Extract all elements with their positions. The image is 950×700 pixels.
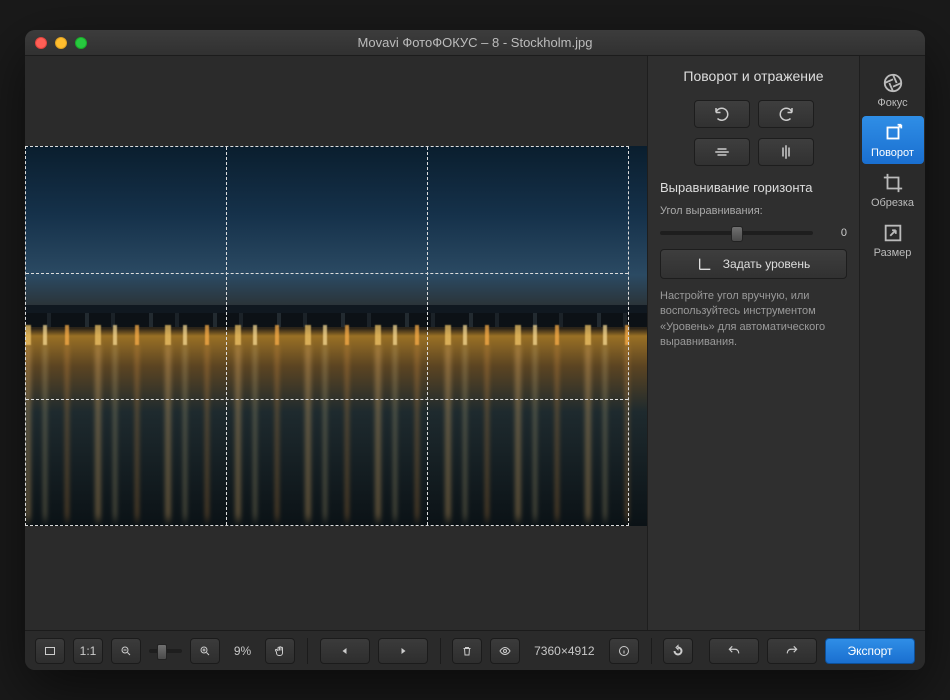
angle-slider[interactable] [660, 231, 813, 235]
rotate-buttons-row [660, 100, 847, 128]
minimize-window-button[interactable] [55, 37, 67, 49]
export-label: Экспорт [847, 644, 892, 658]
export-button[interactable]: Экспорт [825, 638, 915, 664]
zoom-out-button[interactable] [111, 638, 141, 664]
zoom-percent: 9% [228, 644, 257, 658]
actual-size-label: 1:1 [80, 644, 97, 658]
flip-vertical-icon [713, 143, 731, 161]
straighten-hint: Настройте угол вручную, или воспользуйте… [660, 289, 847, 351]
panel-title-rotate: Поворот и отражение [660, 68, 847, 84]
window-title: Movavi ФотоФОКУС – 8 - Stockholm.jpg [25, 35, 925, 50]
next-icon [397, 645, 409, 657]
prev-icon [339, 645, 351, 657]
hand-icon [274, 644, 286, 658]
rotate-right-icon [777, 105, 795, 123]
app-body: Поворот и отражение Выравнивание горизон… [25, 56, 925, 630]
set-level-button[interactable]: Задать уровень [660, 249, 847, 279]
tool-rail: Фокус Поворот Обрезка Размер [859, 56, 925, 630]
rail-item-resize[interactable]: Размер [862, 216, 924, 264]
rail-label: Размер [874, 247, 912, 259]
zoom-out-icon [120, 644, 132, 658]
side-panel: Поворот и отражение Выравнивание горизон… [647, 56, 859, 630]
undo-button[interactable] [709, 638, 759, 664]
rail-item-focus[interactable]: Фокус [862, 66, 924, 114]
eye-icon [499, 644, 511, 658]
photo-decoration [25, 325, 647, 345]
reset-button[interactable] [663, 638, 693, 664]
set-level-label: Задать уровень [723, 257, 810, 271]
zoom-in-icon [199, 644, 211, 658]
canvas-area[interactable] [25, 56, 647, 630]
titlebar: Movavi ФотоФОКУС – 8 - Stockholm.jpg [25, 30, 925, 56]
angle-label: Угол выравнивания: [660, 205, 847, 217]
angle-value: 0 [821, 227, 847, 239]
undo-icon [727, 644, 741, 658]
panel-title-straighten: Выравнивание горизонта [660, 180, 847, 195]
redo-button[interactable] [767, 638, 817, 664]
info-button[interactable] [609, 638, 639, 664]
level-icon [697, 256, 713, 272]
trash-icon [461, 644, 473, 658]
bottom-bar: 1:1 9% 7360×4912 [25, 630, 925, 670]
compare-button[interactable] [490, 638, 520, 664]
rail-label: Фокус [877, 97, 907, 109]
flip-horizontal-button[interactable] [758, 138, 814, 166]
hand-tool-button[interactable] [265, 638, 295, 664]
rail-label: Поворот [871, 147, 914, 159]
zoom-in-button[interactable] [190, 638, 220, 664]
aperture-icon [882, 72, 904, 94]
photo-preview [25, 146, 647, 526]
app-window: Movavi ФотоФОКУС – 8 - Stockholm.jpg [25, 30, 925, 670]
crop-icon [882, 172, 904, 194]
fit-screen-icon [44, 644, 56, 658]
prev-button[interactable] [320, 638, 370, 664]
info-icon [618, 644, 630, 658]
next-button[interactable] [378, 638, 428, 664]
rail-item-crop[interactable]: Обрезка [862, 166, 924, 214]
zoom-slider[interactable] [149, 649, 182, 653]
reset-icon [672, 644, 684, 658]
actual-size-button[interactable]: 1:1 [73, 638, 103, 664]
rail-label: Обрезка [871, 197, 914, 209]
flip-vertical-button[interactable] [694, 138, 750, 166]
fit-screen-button[interactable] [35, 638, 65, 664]
close-window-button[interactable] [35, 37, 47, 49]
photo-decoration [25, 344, 647, 520]
window-controls [35, 37, 87, 49]
delete-button[interactable] [452, 638, 482, 664]
rotate-icon [882, 122, 904, 144]
rotate-right-button[interactable] [758, 100, 814, 128]
resize-icon [882, 222, 904, 244]
image-dimensions: 7360×4912 [528, 644, 600, 658]
redo-icon [785, 644, 799, 658]
maximize-window-button[interactable] [75, 37, 87, 49]
rotate-left-icon [713, 105, 731, 123]
canvas-column [25, 56, 647, 630]
flip-buttons-row [660, 138, 847, 166]
angle-slider-row: 0 [660, 227, 847, 239]
rail-item-rotate[interactable]: Поворот [862, 116, 924, 164]
flip-horizontal-icon [777, 143, 795, 161]
rotate-left-button[interactable] [694, 100, 750, 128]
